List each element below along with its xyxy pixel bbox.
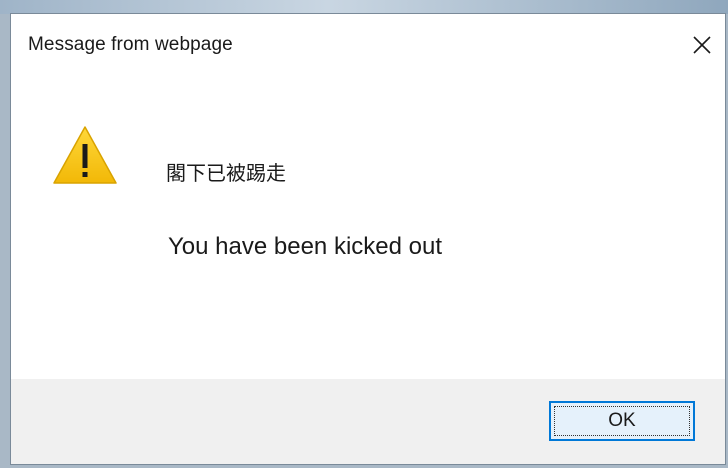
dialog-title-bar[interactable]: Message from webpage [11,14,725,78]
warning-icon [53,126,117,184]
dialog-title: Message from webpage [28,34,233,55]
desktop-background [0,0,728,14]
ok-button[interactable]: OK [549,401,695,441]
dialog-footer: OK [11,379,725,464]
close-button[interactable] [685,28,719,62]
close-icon [693,36,711,54]
message-primary: 閣下已被踢走 [166,163,286,185]
dialog-content: 閣下已被踢走 You have been kicked out [11,78,725,380]
message-dialog: Message from webpage 閣下已被踢走 You have bee… [10,13,726,465]
message-secondary: You have been kicked out [168,233,442,260]
ok-button-label: OK [608,410,636,431]
